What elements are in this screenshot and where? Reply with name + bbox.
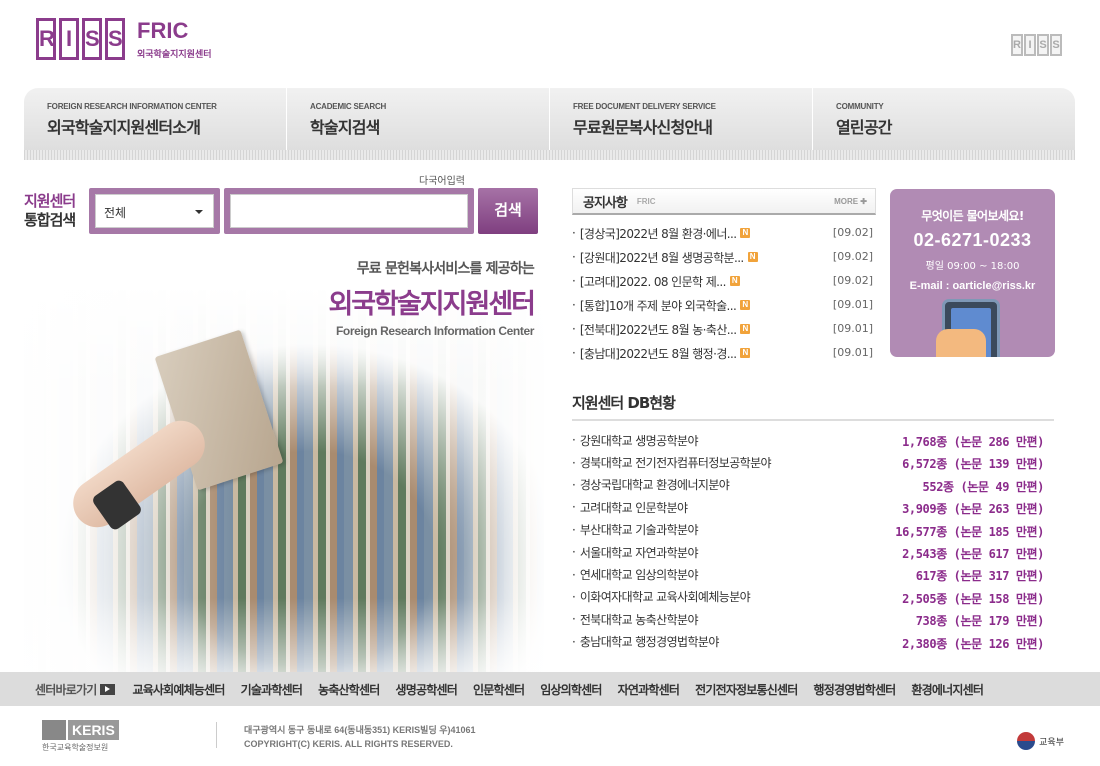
db-item[interactable]: · 강원대학교 생명공학분야 1,768종 (논문 286 만편): [572, 429, 1054, 451]
search-scope-select-wrapper: 전체: [89, 188, 220, 234]
fric-logo-title: FRIC: [137, 18, 189, 43]
search-scope-select[interactable]: 전체: [95, 194, 214, 228]
center-shortcut-label: 센터바로가기: [35, 681, 116, 698]
db-item[interactable]: · 충남대학교 행정경영법학분야 2,380종 (논문 126 만편): [572, 631, 1054, 653]
nav-item-document-delivery[interactable]: FREE DOCUMENT DELIVERY SERVICE 무료원문복사신청안…: [550, 88, 813, 150]
center-link[interactable]: 전기전자정보통신센터: [695, 681, 798, 698]
db-item[interactable]: · 연세대학교 임상의학분야 617종 (논문 317 만편): [572, 563, 1054, 585]
db-status-panel: 지원센터 DB현황 · 강원대학교 생명공학분야 1,768종 (논문 286 만편…: [572, 392, 1054, 653]
contact-box[interactable]: 무엇이든 물어보세요! 02-6271-0233 평일 09:00 ~ 18:0…: [890, 189, 1055, 357]
nav-item-about[interactable]: FOREIGN RESEARCH INFORMATION CENTER 외국학술…: [24, 88, 287, 150]
db-item[interactable]: · 서울대학교 자연과학분야 2,543종 (논문 617 만편): [572, 541, 1054, 563]
search-button[interactable]: 검색: [478, 188, 538, 234]
notice-title: 공지사항: [583, 195, 628, 211]
nav-divider: [24, 150, 1075, 160]
center-link[interactable]: 농축산학센터: [318, 681, 380, 698]
footer: KERIS 한국교육학술정보원 대구광역시 동구 동내로 64(동내동351) …: [0, 706, 1100, 766]
fric-logo[interactable]: R I S S FRIC 외국학술지지원센터: [36, 18, 212, 60]
footer-address: 대구광역시 동구 동내로 64(동내동351) KERIS빌딩 우)41061: [244, 725, 476, 735]
center-link[interactable]: 교육사회예체능센터: [132, 681, 225, 698]
notice-item[interactable]: · [강원대]2022년 8월 생명공학분... N [09.02]: [572, 245, 876, 269]
center-link[interactable]: 자연과학센터: [618, 681, 680, 698]
center-links-bar: 센터바로가기 교육사회예체능센터 기술과학센터 농축산학센터 생명공학센터 인문…: [0, 672, 1100, 706]
db-status-title: 지원센터 DB현황: [572, 392, 1054, 421]
contact-question: 무엇이든 물어보세요!: [921, 209, 1024, 223]
notice-item[interactable]: · [경상국]2022년 8월 환경·에너... N [09.02]: [572, 221, 876, 245]
riss-home-link[interactable]: R I S S: [1011, 34, 1062, 56]
search-input-wrapper: [224, 188, 474, 234]
db-item[interactable]: · 부산대학교 기술과학분야 16,577종 (논문 185 만편): [572, 519, 1054, 541]
notice-more-link[interactable]: MORE ✚: [834, 197, 867, 206]
footer-copyright: COPYRIGHT(C) KERIS. ALL RIGHTS RESERVED.: [244, 739, 453, 749]
db-item[interactable]: · 전북대학교 농축산학분야 738종 (논문 179 만편): [572, 608, 1054, 630]
keris-logo[interactable]: KERIS 한국교육학술정보원: [42, 720, 119, 753]
contact-email: E-mail : oarticle@riss.kr: [909, 280, 1036, 292]
nav-item-academic-search[interactable]: ACADEMIC SEARCH 학술지검색: [287, 88, 550, 150]
hero-title: 외국학술지지원센터: [328, 289, 536, 320]
new-badge-icon: N: [740, 324, 751, 334]
hero-banner: 무료 문헌복사서비스를 제공하는 외국학술지지원센터 Foreign Resea…: [24, 250, 544, 675]
center-link[interactable]: 임상의학센터: [540, 681, 602, 698]
db-item[interactable]: · 경상국립대학교 환경에너지분야 552종 (논문 49 만편): [572, 474, 1054, 496]
center-link[interactable]: 행정경영법학센터: [814, 681, 897, 698]
notice-panel: 공지사항 FRIC MORE ✚ · [경상국]2022년 8월 환경·에너...…: [572, 188, 876, 365]
notice-header: 공지사항 FRIC MORE ✚: [572, 188, 876, 215]
new-badge-icon: N: [740, 348, 751, 358]
ministry-logo[interactable]: 교육부: [1017, 732, 1064, 750]
fric-logo-subtitle: 외국학술지지원센터: [137, 50, 212, 60]
chevron-down-icon: [195, 210, 203, 214]
hand-icon: [936, 329, 986, 357]
notice-item[interactable]: · [충남대]2022년도 8월 행정·경... N [09.01]: [572, 341, 876, 365]
nav-item-community[interactable]: COMMUNITY 열린공간: [813, 88, 1075, 150]
footer-divider: [216, 722, 217, 748]
notice-item[interactable]: · [통합]10개 주제 분야 외국학술... N [09.01]: [572, 293, 876, 317]
notice-item[interactable]: · [전북대]2022년도 8월 농·축산... N [09.01]: [572, 317, 876, 341]
hero-english-title: Foreign Research Information Center: [335, 324, 534, 338]
hero-subtitle: 무료 문헌복사서비스를 제공하는: [356, 261, 535, 277]
db-item[interactable]: · 경북대학교 전기전자컴퓨터정보공학분야 6,572종 (논문 139 만편): [572, 451, 1054, 473]
contact-phone: 02-6271-0233: [913, 230, 1032, 250]
riss-logo: R I S S: [36, 18, 125, 60]
taegeuk-icon: [1017, 732, 1036, 750]
search-label: 지원센터 통합검색: [24, 192, 76, 229]
new-badge-icon: N: [740, 228, 751, 238]
new-badge-icon: N: [729, 276, 740, 286]
center-link[interactable]: 환경에너지센터: [911, 681, 983, 698]
search-input[interactable]: [230, 194, 468, 228]
arrow-right-icon: [100, 683, 116, 695]
footer-info: 대구광역시 동구 동내로 64(동내동351) KERIS빌딩 우)41061 …: [244, 723, 476, 751]
center-link[interactable]: 생명공학센터: [396, 681, 458, 698]
db-item[interactable]: · 고려대학교 인문학분야 3,909종 (논문 263 만편): [572, 496, 1054, 518]
page: R I S S FRIC 외국학술지지원센터 R I S S FOREIGN R…: [0, 0, 1100, 766]
center-link[interactable]: 기술과학센터: [241, 681, 303, 698]
main-nav: FOREIGN RESEARCH INFORMATION CENTER 외국학술…: [24, 88, 1075, 150]
multilingual-input-link[interactable]: 다국어입력: [419, 172, 465, 187]
db-item[interactable]: · 이화여자대학교 교육사회예체능분야 2,505종 (논문 158 만편): [572, 586, 1054, 608]
notice-subtitle: FRIC: [636, 196, 656, 206]
new-badge-icon: N: [747, 252, 758, 262]
notice-item[interactable]: · [고려대]2022. 08 인문학 제... N [09.02]: [572, 269, 876, 293]
new-badge-icon: N: [740, 300, 751, 310]
center-link[interactable]: 인문학센터: [473, 681, 525, 698]
contact-hours: 평일 09:00 ~ 18:00: [925, 261, 1020, 272]
